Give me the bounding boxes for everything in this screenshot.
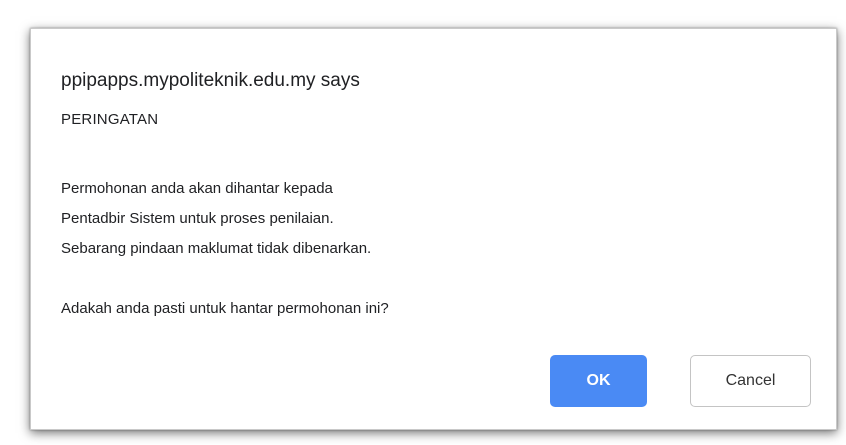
confirm-question: Adakah anda pasti untuk hantar permohona…: [61, 300, 389, 317]
message-spacer: [61, 264, 389, 294]
dialog-title: ppipapps.mypoliteknik.edu.my says: [61, 70, 360, 91]
ok-button[interactable]: OK: [550, 355, 647, 407]
alert-dialog: ppipapps.mypoliteknik.edu.my says PERING…: [30, 28, 837, 430]
dialog-message: Permohonan anda akan dihantar kepada Pen…: [61, 174, 389, 324]
cancel-button[interactable]: Cancel: [690, 355, 811, 407]
message-line: Pentadbir Sistem untuk proses penilaian.: [61, 210, 334, 227]
message-line: Permohonan anda akan dihantar kepada: [61, 180, 333, 197]
dialog-subtitle: PERINGATAN: [61, 111, 159, 128]
message-line: Sebarang pindaan maklumat tidak dibenark…: [61, 240, 372, 257]
